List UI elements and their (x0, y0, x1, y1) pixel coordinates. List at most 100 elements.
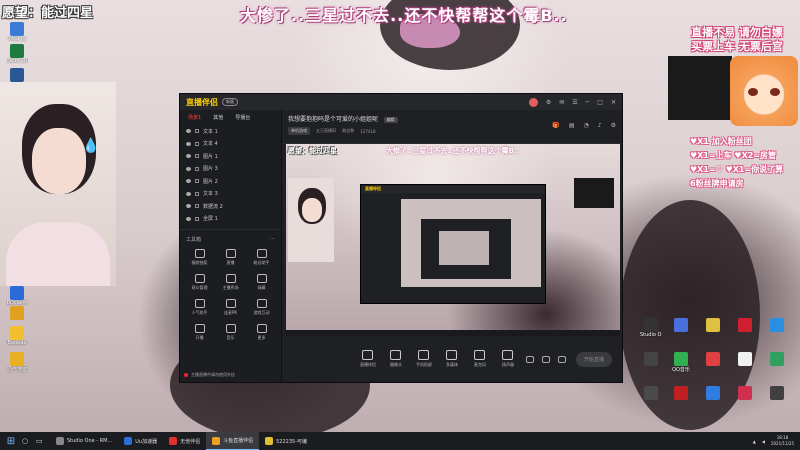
desktop-icon[interactable] (640, 386, 662, 400)
source-item[interactable]: 图片 3 (180, 163, 281, 176)
taskbar-item[interactable]: 无他伴侣 (163, 432, 206, 450)
source-item[interactable]: 图片 1 (180, 150, 281, 163)
eye-icon[interactable] (186, 166, 191, 171)
go-live-button[interactable]: 开始直播 (575, 351, 612, 367)
desktop-icon[interactable] (702, 386, 724, 400)
toolbox-item[interactable]: 绿幕 (246, 274, 277, 291)
desktop-icon[interactable] (734, 318, 756, 332)
bottom-tool[interactable]: 麦克风 (466, 350, 494, 368)
search-icon[interactable]: ○ (22, 437, 36, 445)
eye-icon[interactable] (186, 141, 191, 146)
excel-icon[interactable]: Excel 2016 (6, 44, 28, 64)
toolbox-item[interactable]: 连麦PK (215, 299, 246, 316)
eye-icon[interactable] (186, 216, 191, 221)
desktop-icon[interactable]: 原产地证 (6, 352, 28, 373)
desktop-icon[interactable] (702, 352, 724, 366)
eye-icon[interactable] (186, 129, 191, 134)
lock-icon[interactable] (195, 179, 199, 184)
gift-icon[interactable]: 🎁 (552, 122, 559, 129)
bottom-tool[interactable]: 手机投屏 (410, 350, 438, 368)
folder-icon[interactable]: ▤ (569, 122, 575, 129)
lock-icon[interactable] (195, 216, 199, 221)
desktop-icon[interactable] (670, 318, 692, 332)
bell-icon[interactable]: ♪ (598, 122, 602, 129)
bottom-tool[interactable]: 扬声器 (494, 350, 522, 368)
eye-icon[interactable] (186, 154, 191, 159)
source-item[interactable]: 文本 4 (180, 138, 281, 151)
user-icon[interactable]: ◔ (584, 122, 589, 129)
toolbox-item[interactable]: 更多 (246, 324, 277, 341)
task-view-icon[interactable]: ▭ (36, 437, 50, 445)
desktop-icon[interactable] (640, 352, 662, 366)
toolbox-item[interactable]: 观众管理 (184, 274, 215, 291)
lock-icon[interactable] (195, 191, 199, 196)
taskbar-item[interactable]: Studio One - RM... (50, 432, 118, 450)
tab-scene[interactable]: 场景1 (188, 114, 201, 121)
close-icon[interactable]: ✕ (611, 99, 616, 106)
taskbar-item[interactable]: 斗鱼直播伴侣 (206, 432, 260, 450)
minimize-icon[interactable]: ─ (586, 99, 590, 106)
bottom-tool[interactable]: 摄像头 (382, 350, 410, 368)
desktop-icon[interactable]: QQ音乐 (670, 352, 692, 373)
desktop-icon[interactable]: Studio One (640, 318, 662, 338)
more-icon[interactable]: ⋯ (270, 236, 275, 243)
lock-icon[interactable] (195, 129, 199, 134)
toolbox-item[interactable]: 人气助手 (184, 299, 215, 316)
settings-icon[interactable]: ⚙ (546, 99, 551, 106)
source-item[interactable]: 文本 1 (180, 125, 281, 138)
avatar[interactable] (528, 97, 538, 107)
eye-icon[interactable] (186, 204, 191, 209)
desktop-icon[interactable] (702, 318, 724, 332)
screenshot-icon[interactable] (541, 355, 550, 363)
tab-other[interactable]: 其他 (213, 114, 223, 121)
toolbox-item[interactable]: 开播 (184, 324, 215, 341)
desktop-icon[interactable] (734, 352, 756, 366)
toolbox-item[interactable]: 主播秀场 (215, 274, 246, 291)
taskbar-item[interactable]: Uu加速器 (118, 432, 163, 450)
source-item[interactable]: 数据流 2 (180, 200, 281, 213)
desktop-icon[interactable] (6, 306, 28, 320)
source-item[interactable]: 图片 2 (180, 175, 281, 188)
toolbox-item[interactable]: 游戏互动 (246, 299, 277, 316)
app-titlebar[interactable]: 直播伴侣 新版 ⚙ ✉ ☰ ─ □ ✕ (180, 94, 622, 110)
desktop-icon[interactable]: Wea fg (6, 22, 28, 42)
toolbox-item[interactable]: 福袋抽奖 (184, 249, 215, 266)
gear-icon[interactable]: ⚙ (611, 122, 616, 129)
message-icon[interactable]: ✉ (559, 99, 564, 106)
bottom-tool[interactable]: 多媒体 (438, 350, 466, 368)
volume-icon[interactable]: ◀ (762, 439, 765, 444)
settings-icon[interactable] (557, 355, 566, 363)
lock-icon[interactable] (195, 141, 199, 146)
network-icon[interactable]: ▲ (753, 439, 756, 444)
toolbox-item[interactable]: 粉丝助手 (246, 249, 277, 266)
source-item[interactable]: 文本 3 (180, 188, 281, 201)
desktop-icon[interactable] (766, 352, 788, 366)
menu-icon[interactable]: ☰ (572, 99, 577, 106)
category-tag[interactable]: 单机游戏 (288, 127, 310, 135)
source-item[interactable]: 全屏 1 (180, 213, 281, 226)
eye-icon[interactable] (186, 191, 191, 196)
toolbox-item[interactable]: 直播 (215, 249, 246, 266)
live-companion-window[interactable]: 直播伴侣 新版 ⚙ ✉ ☰ ─ □ ✕ 场景1 其他 导播台 文本 1 文本 4 图… (180, 94, 622, 382)
desktop-icon[interactable] (734, 386, 756, 400)
version-badge[interactable]: 新版 (222, 98, 238, 106)
toolbox-item[interactable]: 音乐 (215, 324, 246, 341)
taskbar-item[interactable]: 522235-可编 (259, 432, 313, 450)
desktop-icon[interactable]: Baobao (6, 326, 28, 346)
maximize-icon[interactable]: □ (597, 99, 603, 106)
lock-icon[interactable] (195, 154, 199, 159)
eye-icon[interactable] (186, 179, 191, 184)
desktop-icon[interactable]: BDclaim (6, 286, 28, 306)
desktop-icon[interactable] (766, 318, 788, 332)
desktop-icon[interactable] (670, 386, 692, 400)
desktop-icon[interactable] (766, 386, 788, 400)
clock[interactable]: 18:18 2021/11/25 (771, 435, 794, 447)
bottom-tool[interactable]: 直播伴侣 (354, 350, 382, 368)
edit-button[interactable]: 编辑 (383, 117, 398, 123)
lock-icon[interactable] (195, 204, 199, 209)
tab-director[interactable]: 导播台 (235, 114, 250, 121)
record-icon[interactable] (525, 355, 534, 363)
stream-preview[interactable]: 愿望：能过四星 大惨了..三星过不去..还不快帮帮这个霉B.. 直播伴侣 (286, 144, 620, 336)
windows-start-icon[interactable]: ⊞ (0, 436, 22, 447)
lock-icon[interactable] (195, 166, 199, 171)
